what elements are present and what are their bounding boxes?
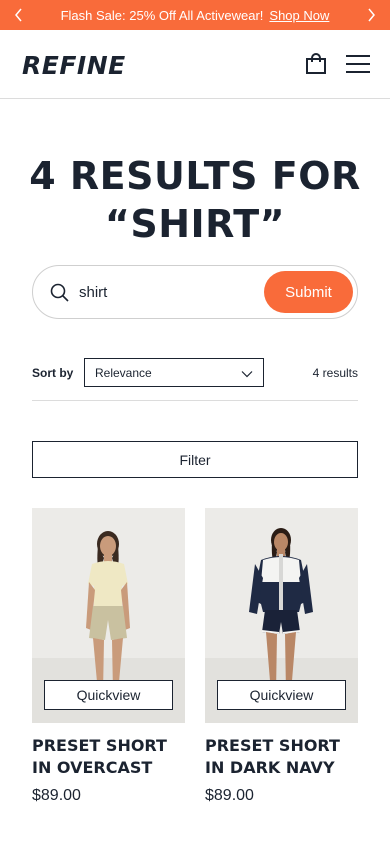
search-icon xyxy=(49,282,71,304)
chevron-down-icon xyxy=(241,367,253,379)
promo-message: Flash Sale: 25% Off All Activewear! xyxy=(60,7,264,23)
promo-shop-link[interactable]: Shop Now xyxy=(269,8,329,23)
filter-button[interactable]: Filter xyxy=(32,441,358,478)
product-price: $89.00 xyxy=(32,787,81,804)
product-card[interactable]: Quickview PRESET SHORT IN OVERCAST $89.0… xyxy=(32,508,185,805)
quickview-button[interactable]: Quickview xyxy=(44,680,173,710)
quickview-button[interactable]: Quickview xyxy=(217,680,346,710)
product-price: $89.00 xyxy=(205,787,254,804)
shopping-bag-icon[interactable] xyxy=(304,52,328,76)
chevron-right-icon[interactable] xyxy=(356,0,386,30)
promo-bar: Flash Sale: 25% Off All Activewear! Shop… xyxy=(0,0,390,30)
hamburger-menu-icon[interactable] xyxy=(344,52,372,76)
submit-button[interactable]: Submit xyxy=(264,271,353,313)
search-bar: Submit xyxy=(32,265,358,319)
search-input[interactable] xyxy=(79,278,249,306)
sort-select[interactable]: Relevance xyxy=(84,358,264,387)
product-image[interactable]: Quickview xyxy=(205,508,358,723)
product-name[interactable]: PRESET SHORT IN OVERCAST xyxy=(32,735,185,779)
results-title: 4 RESULTS FOR “SHIRT” xyxy=(0,152,390,248)
chevron-left-icon[interactable] xyxy=(4,0,34,30)
sort-row: Sort by Relevance 4 results xyxy=(32,358,358,388)
product-name[interactable]: PRESET SHORT IN DARK NAVY xyxy=(205,735,358,779)
results-count: 4 results xyxy=(312,366,358,380)
brand-logo[interactable]: REFINE xyxy=(22,51,126,80)
sort-label: Sort by xyxy=(32,366,74,380)
site-header: REFINE xyxy=(0,30,390,99)
sort-selected-value: Relevance xyxy=(95,366,152,380)
product-card[interactable]: Quickview PRESET SHORT IN DARK NAVY $89.… xyxy=(205,508,358,805)
product-image[interactable]: Quickview xyxy=(32,508,185,723)
divider xyxy=(32,400,358,401)
results-title-line-2: “SHIRT” xyxy=(104,202,286,246)
results-title-line-1: 4 RESULTS FOR xyxy=(29,154,361,198)
